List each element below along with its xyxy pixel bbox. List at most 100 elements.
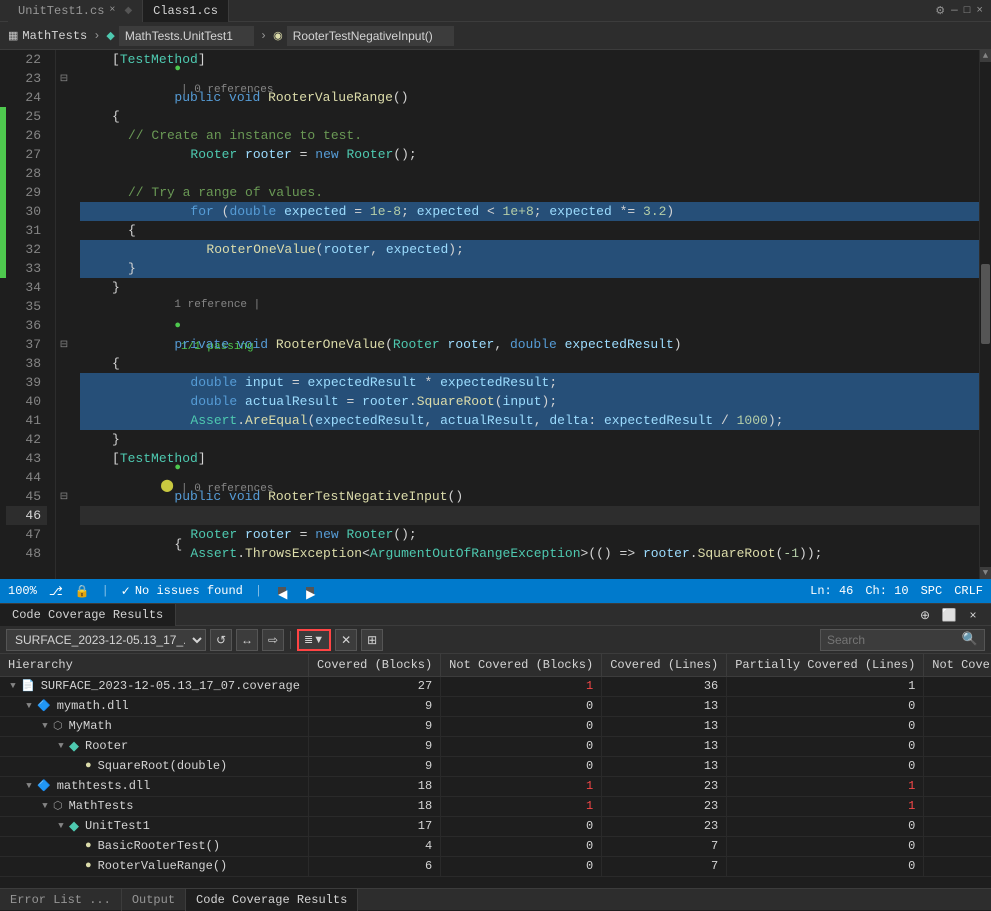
col-hierarchy[interactable]: Hierarchy — [0, 654, 308, 676]
bottom-tab-output[interactable]: Output — [122, 889, 186, 911]
cell-not-covered-blocks: 1 — [441, 776, 602, 796]
panel-tab-coverage-label: Code Coverage Results — [12, 608, 163, 622]
method-icon: ◉ — [273, 29, 283, 43]
cell-hierarchy: ▼ 🔷 mymath.dll — [0, 696, 308, 716]
node-name: BasicRooterTest() — [98, 839, 220, 853]
col-covered-blocks[interactable]: Covered (Blocks) — [308, 654, 440, 676]
scroll-thumb[interactable] — [981, 264, 990, 344]
fold-45[interactable]: ⊟ — [56, 487, 72, 506]
node-name: UnitTest1 — [85, 819, 150, 833]
settings-icon[interactable]: ⚙ — [935, 4, 945, 18]
editor-area: 22 23 24 25 26 27 28 29 30 31 32 33 34 3… — [0, 50, 991, 579]
table-row[interactable]: ● RooterValueRange() 6 0 7 0 0 — [0, 856, 991, 876]
cell-covered-lines: 23 — [602, 796, 727, 816]
status-lock[interactable]: 🔒 — [75, 584, 90, 599]
fold-37[interactable]: ⊟ — [56, 335, 72, 354]
close-icon[interactable]: × — [976, 5, 983, 17]
tab-class1[interactable]: Class1.cs — [143, 0, 229, 22]
node-name: SURFACE_2023-12-05.13_17_07.coverage — [41, 679, 300, 693]
scroll-down[interactable]: ▼ — [980, 567, 991, 579]
breadcrumb-project-label[interactable]: MathTests — [22, 29, 87, 43]
search-box[interactable]: 🔍 — [820, 629, 985, 651]
class-icon: ◆ — [69, 819, 79, 834]
coverage-file-dropdown[interactable]: SURFACE_2023-12-05.13_17_.coverage — [6, 629, 206, 651]
col-not-covered-blocks[interactable]: Not Covered (Blocks) — [441, 654, 602, 676]
table-row[interactable]: ▼ ⬡ MyMath 9 0 13 0 0 — [0, 716, 991, 736]
cell-not-covered-blocks: 0 — [441, 736, 602, 756]
cell-covered-lines: 13 — [602, 736, 727, 756]
tab-unittest-label: UnitTest1.cs — [18, 4, 104, 18]
tab-bar: UnitTest1.cs × ◆ Class1.cs — [8, 0, 229, 22]
col-partially-covered[interactable]: Partially Covered (Lines) — [727, 654, 924, 676]
lock-icon: 🔒 — [75, 584, 90, 599]
table-row[interactable]: ▼ 🔷 mathtests.dll 18 1 23 1 0 — [0, 776, 991, 796]
maximize-icon[interactable]: □ — [964, 5, 971, 17]
node-name: MyMath — [69, 719, 112, 733]
cell-not-covered-lines: 0 — [924, 676, 991, 696]
table-row[interactable]: ● SquareRoot(double) 9 0 13 0 0 — [0, 756, 991, 776]
code-content[interactable]: [TestMethod] ● | 0 references public voi… — [72, 50, 979, 579]
fold-23[interactable]: ⊟ — [56, 69, 72, 88]
table-row[interactable]: ▼ 📄 SURFACE_2023-12-05.13_17_07.coverage… — [0, 676, 991, 696]
tab-unittest-close[interactable]: × — [109, 5, 115, 16]
expand-icon[interactable]: ▼ — [56, 741, 66, 751]
status-zoom[interactable]: 100% — [8, 584, 37, 598]
scroll-up[interactable]: ▲ — [980, 50, 991, 62]
nav-right[interactable]: ▶ — [306, 587, 314, 595]
panel-tab-coverage[interactable]: Code Coverage Results — [0, 604, 176, 626]
breadcrumb-project: ▦ MathTests — [8, 29, 87, 43]
cell-hierarchy: ● RooterValueRange() — [0, 856, 308, 876]
scroll-track — [980, 62, 991, 567]
cell-covered-lines: 13 — [602, 756, 727, 776]
status-sep2: | — [255, 584, 262, 598]
table-row[interactable]: ▼ ◆ UnitTest1 17 0 23 0 0 — [0, 816, 991, 836]
merge-btn[interactable]: ⊞ — [361, 629, 383, 651]
assembly-icon: 🔷 — [37, 779, 51, 793]
table-row[interactable]: ● BasicRooterTest() 4 0 7 0 0 — [0, 836, 991, 856]
panel-close-btn[interactable]: × — [963, 605, 983, 625]
col-covered-lines[interactable]: Covered (Lines) — [602, 654, 727, 676]
table-row[interactable]: ▼ 🔷 mymath.dll 9 0 13 0 0 — [0, 696, 991, 716]
cell-not-covered-blocks: 0 — [441, 716, 602, 736]
expand-icon[interactable]: ▼ — [56, 821, 66, 831]
search-icon[interactable]: 🔍 — [962, 632, 978, 647]
node-name: SquareRoot(double) — [98, 759, 228, 773]
expand-icon[interactable]: ▼ — [24, 701, 34, 711]
tab-unittest[interactable]: UnitTest1.cs × ◆ — [8, 0, 143, 22]
nav-coverage-btn[interactable]: ↔ — [236, 629, 258, 651]
zoom-level: 100% — [8, 584, 37, 598]
cov-results-table: Hierarchy Covered (Blocks) Not Covered (… — [0, 654, 991, 877]
col-not-covered-lines[interactable]: Not Covered (Lines) — [924, 654, 991, 676]
panel-float-btn[interactable]: ⬜ — [939, 605, 959, 625]
table-row[interactable]: ▼ ◆ Rooter 9 0 13 0 0 — [0, 736, 991, 756]
bottom-tab-coverage[interactable]: Code Coverage Results — [186, 889, 358, 911]
status-issues[interactable]: ✓ No issues found — [121, 584, 243, 599]
status-git[interactable]: ⎇ — [49, 584, 63, 599]
expand-icon[interactable]: ▼ — [8, 681, 18, 691]
method-class-dropdown[interactable]: MathTests.UnitTest1 — [119, 26, 254, 46]
expand-icon[interactable]: ▼ — [40, 801, 50, 811]
cell-not-covered-lines: 0 — [924, 716, 991, 736]
panel-tab-actions: ⊕ ⬜ × — [915, 605, 991, 625]
project-icon: ▦ — [8, 29, 18, 43]
coverage-table[interactable]: Hierarchy Covered (Blocks) Not Covered (… — [0, 654, 991, 888]
cell-hierarchy: ▼ ⬡ MathTests — [0, 796, 308, 816]
delete-coverage-btn[interactable]: ✕ — [335, 629, 357, 651]
expand-icon[interactable]: ▼ — [24, 781, 34, 791]
table-row[interactable]: ▼ ⬡ MathTests 18 1 23 1 0 — [0, 796, 991, 816]
code-line-46[interactable]: ⬤ { — [80, 506, 979, 525]
link-btn[interactable]: ⇨ — [262, 629, 284, 651]
code-coloring-btn[interactable]: ≣▼ — [297, 629, 331, 651]
expand-icon[interactable]: ▼ — [40, 721, 50, 731]
search-input[interactable] — [827, 633, 962, 647]
panel-pin-btn[interactable]: ⊕ — [915, 605, 935, 625]
refresh-coverage-btn[interactable]: ↺ — [210, 629, 232, 651]
bottom-tab-errorlist[interactable]: Error List ... — [0, 889, 122, 911]
vertical-scrollbar[interactable]: ▲ ▼ — [979, 50, 991, 579]
method-name-dropdown[interactable]: RooterTestNegativeInput() — [287, 26, 454, 46]
git-icon: ⎇ — [49, 584, 63, 599]
minimize-icon[interactable]: — — [951, 5, 958, 17]
nav-left[interactable]: ◀ — [278, 587, 286, 595]
code-line-41: Assert.AreEqual(expectedResult, actualRe… — [80, 411, 979, 430]
method-icon: ● — [85, 760, 92, 772]
